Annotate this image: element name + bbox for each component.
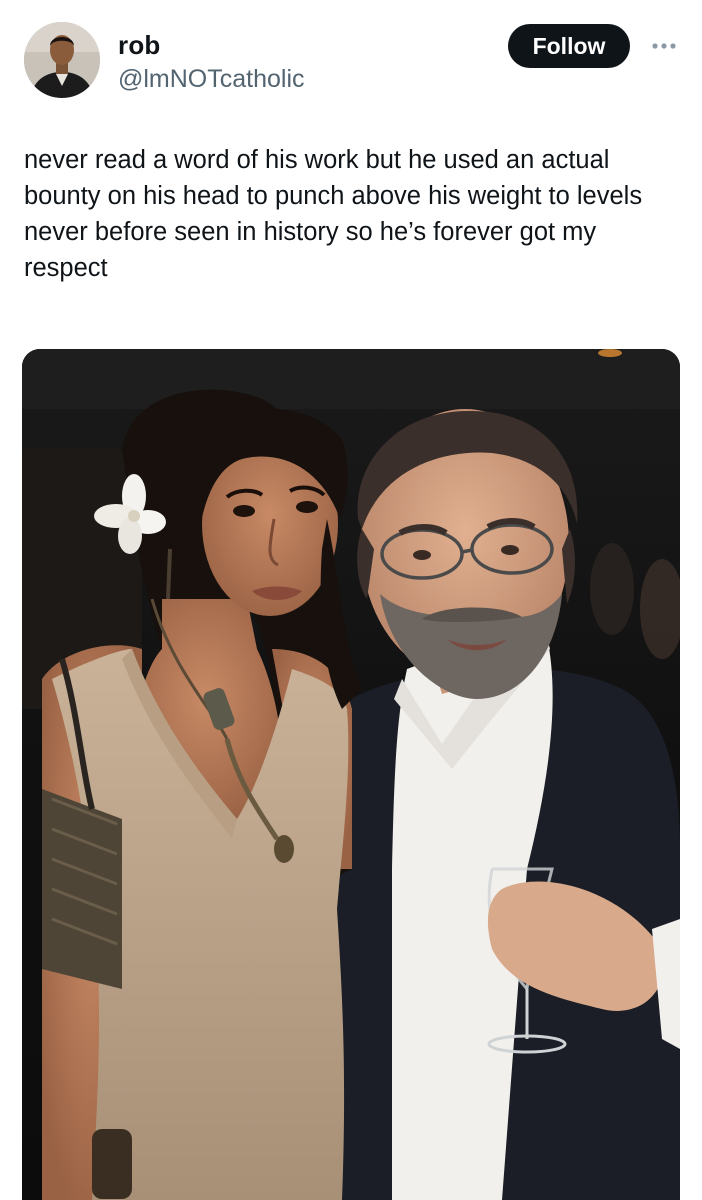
avatar-image	[24, 22, 100, 98]
tweet-text: never read a word of his work but he use…	[24, 146, 643, 282]
author-display-name[interactable]: rob	[118, 30, 160, 60]
tweet-photo[interactable]	[22, 349, 680, 1200]
tweet-card: rob @lmNOTcatholic Follow never read a w…	[0, 0, 702, 1200]
author-avatar[interactable]	[24, 22, 100, 98]
author-handle[interactable]: @lmNOTcatholic	[118, 64, 305, 94]
follow-button[interactable]: Follow	[508, 24, 630, 68]
photo-image	[22, 349, 680, 1200]
more-horizontal-icon[interactable]	[648, 36, 680, 56]
